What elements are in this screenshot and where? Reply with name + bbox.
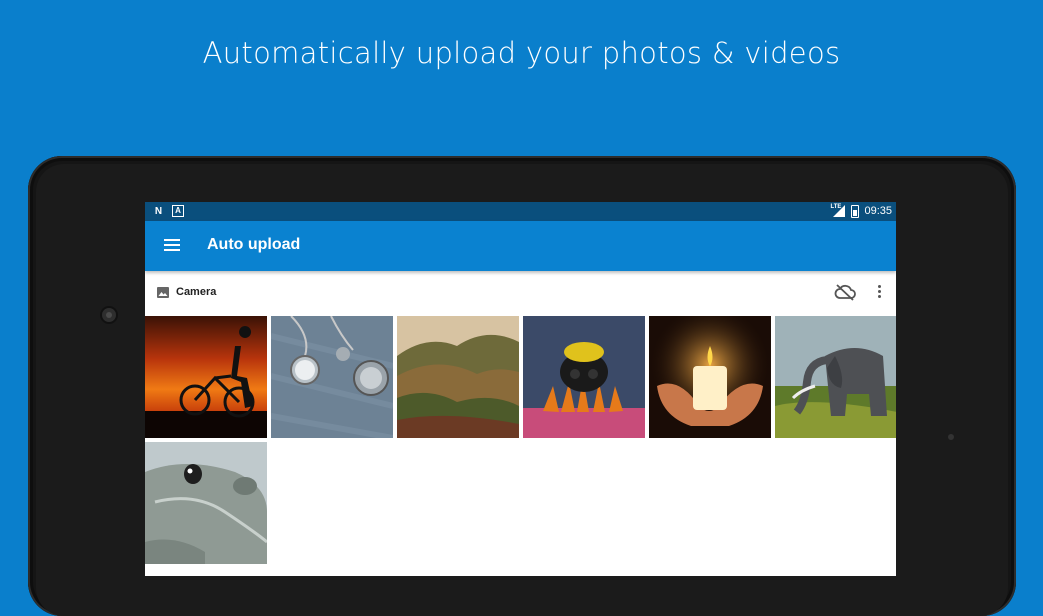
photo-thumbnail[interactable]: [271, 316, 393, 438]
folder-header: Camera: [145, 271, 896, 316]
status-bar: N A LTE 09:35: [145, 202, 896, 221]
folder-title: Camera: [176, 286, 217, 298]
cloud-off-icon[interactable]: [834, 283, 856, 301]
page-title: Auto upload: [207, 236, 301, 253]
battery-icon: [851, 204, 860, 218]
photo-thumbnail[interactable]: [145, 316, 267, 438]
notification-n-icon: N: [154, 205, 163, 217]
photo-thumbnail[interactable]: [397, 316, 519, 438]
network-type-label: LTE: [830, 204, 842, 210]
promo-headline: Automatically upload your photos & video…: [202, 36, 841, 70]
proximity-sensor: [948, 434, 954, 440]
image-icon: [157, 287, 169, 298]
app-bar: Auto upload: [145, 221, 896, 271]
app-screen: N A LTE 09:35 Auto upload Camera: [145, 202, 896, 576]
more-vert-icon[interactable]: [876, 284, 882, 300]
notification-a-icon: A: [172, 205, 184, 217]
photo-thumbnail[interactable]: [775, 316, 896, 438]
photo-thumbnail[interactable]: [523, 316, 645, 438]
front-camera: [102, 308, 116, 322]
photo-thumbnail[interactable]: [649, 316, 771, 438]
photo-thumbnail[interactable]: [145, 442, 267, 564]
hamburger-menu-icon[interactable]: [164, 239, 180, 251]
clock: 09:35: [864, 205, 892, 217]
signal-icon: LTE: [830, 204, 846, 218]
